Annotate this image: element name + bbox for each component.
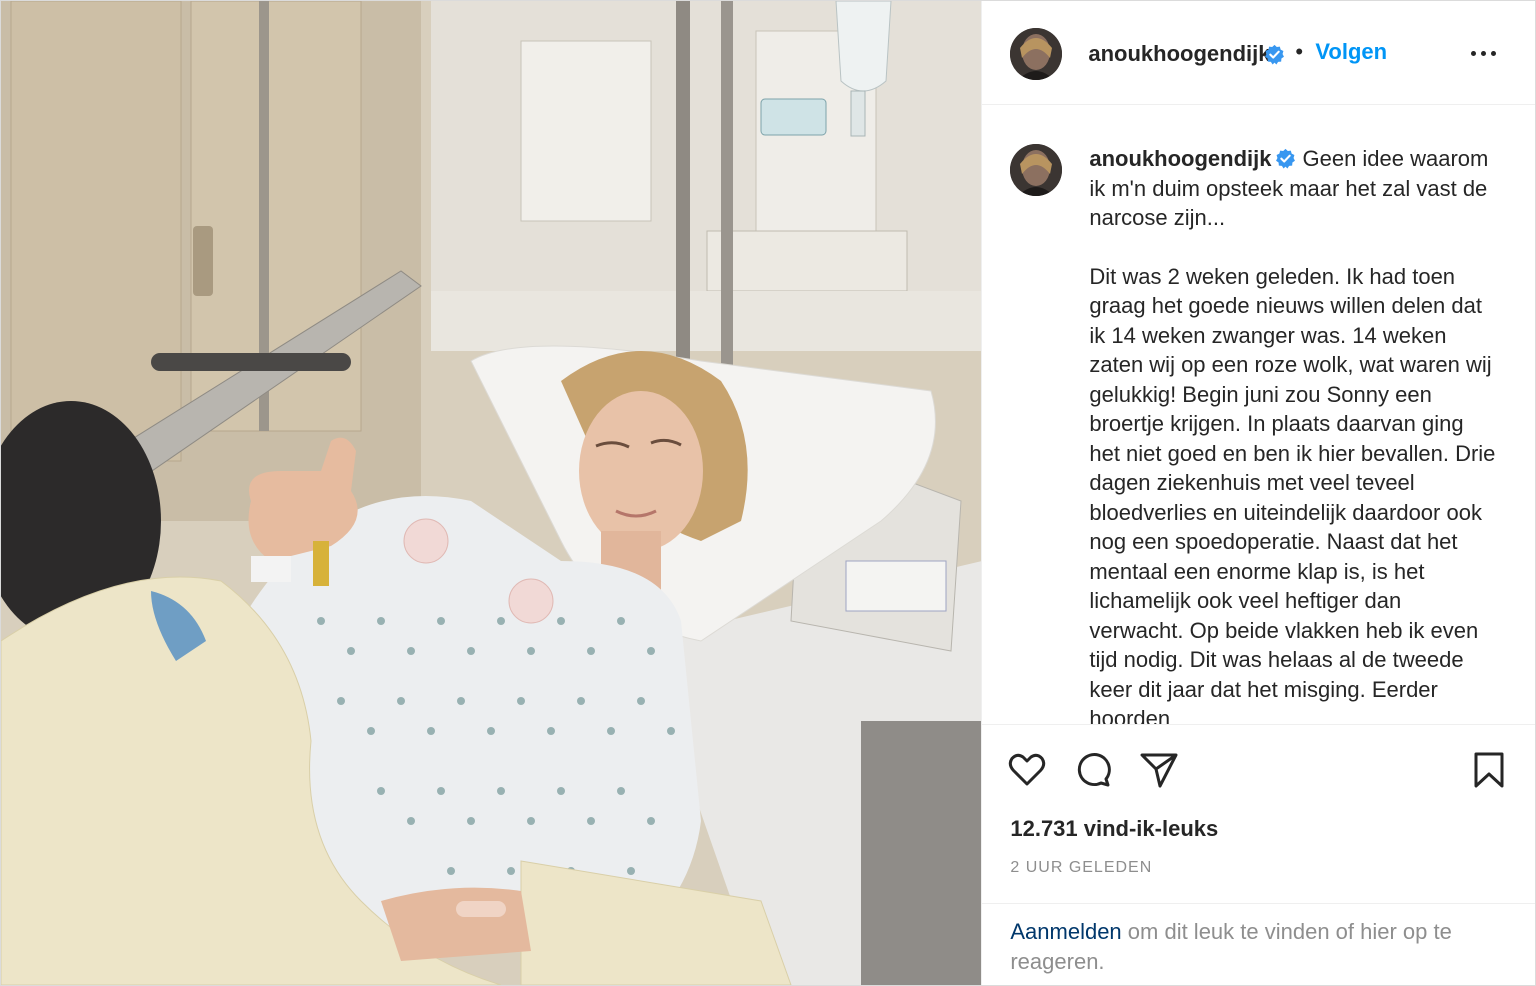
caption-second-paragraph: Dit was 2 weken geleden. Ik had toen gra… bbox=[1089, 263, 1496, 725]
login-link[interactable]: Aanmelden bbox=[1010, 919, 1121, 944]
avatar-image bbox=[1010, 28, 1063, 80]
verified-badge-icon bbox=[1265, 44, 1285, 65]
caption-avatar[interactable] bbox=[1010, 144, 1063, 196]
comment-icon[interactable] bbox=[1072, 749, 1114, 791]
avatar[interactable] bbox=[1010, 28, 1063, 80]
caption-username[interactable]: anoukhoogendijk bbox=[1089, 146, 1271, 171]
verified-badge-icon bbox=[1276, 148, 1296, 169]
header-username[interactable]: anoukhoogendijk bbox=[1088, 41, 1270, 67]
header-separator: • bbox=[1295, 39, 1304, 64]
post-timestamp[interactable]: 2 UUR GELEDEN bbox=[1010, 859, 1152, 877]
more-options-icon[interactable] bbox=[1470, 41, 1498, 65]
avatar-image bbox=[1010, 144, 1063, 196]
post-photo[interactable] bbox=[1, 1, 982, 985]
instagram-post: anoukhoogendijk • Volgen anoukhoogendijk… bbox=[0, 0, 1536, 986]
post-header: anoukhoogendijk • Volgen bbox=[982, 1, 1536, 105]
login-prompt: Aanmelden om dit leuk te vinden of hier … bbox=[982, 903, 1536, 985]
heart-icon[interactable] bbox=[1006, 749, 1048, 791]
login-text: Aanmelden om dit leuk te vinden of hier … bbox=[1010, 917, 1510, 977]
like-count[interactable]: 12.731 vind-ik-leuks bbox=[1010, 816, 1218, 842]
follow-button[interactable]: Volgen bbox=[1315, 39, 1387, 65]
hospital-photo-illustration bbox=[1, 1, 982, 985]
post-caption: anoukhoogendijk Geen idee waarom ik m'n … bbox=[1089, 144, 1499, 725]
caption-area[interactable]: anoukhoogendijk Geen idee waarom ik m'n … bbox=[982, 106, 1536, 725]
action-bar bbox=[982, 741, 1535, 801]
bookmark-icon[interactable] bbox=[1468, 749, 1510, 791]
share-icon[interactable] bbox=[1138, 749, 1180, 791]
post-sidebar: anoukhoogendijk • Volgen anoukhoogendijk… bbox=[981, 1, 1536, 985]
